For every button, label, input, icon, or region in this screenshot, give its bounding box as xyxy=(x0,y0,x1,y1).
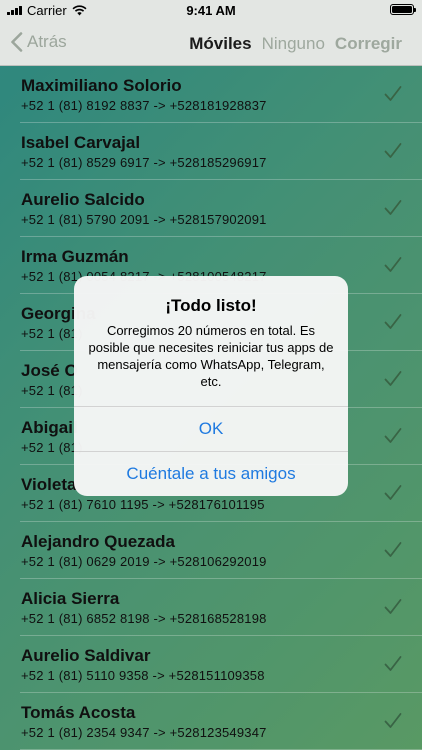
alert-dialog: ¡Todo listo! Corregimos 20 números en to… xyxy=(74,276,348,496)
ok-button[interactable]: OK xyxy=(74,406,348,451)
alert-title: ¡Todo listo! xyxy=(165,296,257,315)
share-button[interactable]: Cuéntale a tus amigos xyxy=(74,451,348,496)
alert-message: Corregimos 20 números en total. Es posib… xyxy=(88,323,334,389)
